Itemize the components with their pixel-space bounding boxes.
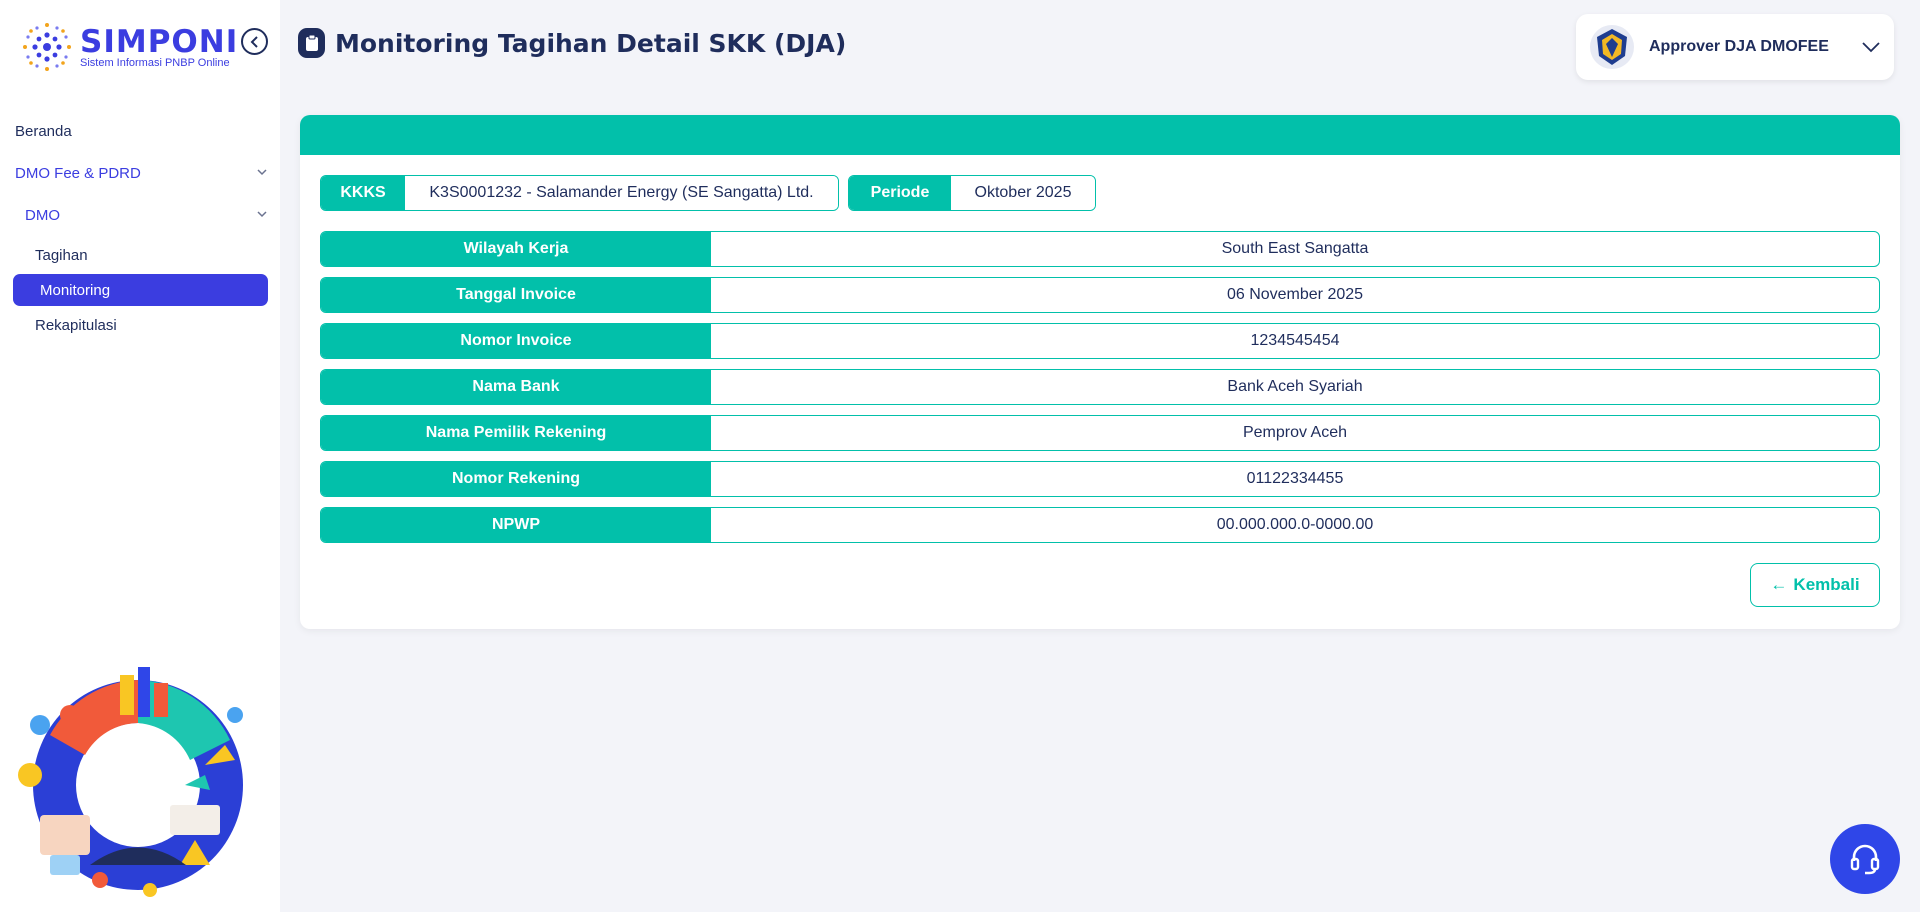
chevron-down-icon (257, 211, 267, 218)
sidebar-item-beranda[interactable]: Beranda (0, 110, 280, 152)
kkks-label: KKKS (321, 176, 405, 210)
sidebar-item-dmo-fee-pdrd[interactable]: DMO Fee & PDRD (0, 152, 280, 194)
detail-value: 01122334455 (1246, 470, 1344, 487)
arrow-left-icon: ← (1770, 575, 1788, 594)
sidebar-item-label: Tagihan (35, 246, 88, 264)
detail-row-nomor-invoice: Nomor Invoice 1234545454 (320, 323, 1880, 359)
detail-value: 00.000.000.0-0000.00 (1216, 516, 1374, 533)
detail-label: Tanggal Invoice (321, 278, 711, 312)
help-button[interactable] (1830, 824, 1900, 894)
user-menu[interactable]: Approver DJA DMOFEE (1576, 14, 1894, 80)
sidebar-nav: Beranda DMO Fee & PDRD DMO Tagihan Monit… (0, 110, 280, 344)
detail-label: Nomor Invoice (321, 324, 711, 358)
detail-value: 1234545454 (1250, 332, 1340, 349)
kemenkeu-emblem-icon (1590, 25, 1634, 69)
detail-row-tanggal-invoice: Tanggal Invoice 06 November 2025 (320, 277, 1880, 313)
sidebar: SIMPONI Sistem Informasi PNBP Online Ber… (0, 0, 280, 912)
detail-value: 06 November 2025 (1226, 286, 1364, 303)
sidebar-item-dmo[interactable]: DMO (0, 194, 280, 236)
page-header: Monitoring Tagihan Detail SKK (DJA) (298, 28, 846, 58)
page-title: Monitoring Tagihan Detail SKK (DJA) (335, 28, 847, 58)
detail-row-nomor-rekening: Nomor Rekening 01122334455 (320, 461, 1880, 497)
headset-icon (1850, 844, 1880, 875)
detail-row-nama-bank: Nama Bank Bank Aceh Syariah (320, 369, 1880, 405)
kkks-chip: KKKS K3S0001232 - Salamander Energy (SE … (320, 175, 839, 211)
detail-label: NPWP (321, 508, 711, 542)
kkks-value: K3S0001232 - Salamander Energy (SE Sanga… (405, 176, 838, 210)
sidebar-item-label: DMO (25, 206, 60, 224)
detail-label: Wilayah Kerja (321, 232, 711, 266)
sidebar-item-label: Beranda (15, 122, 72, 140)
chevron-down-icon (1862, 42, 1880, 53)
sidebar-item-tagihan[interactable]: Tagihan (0, 236, 280, 274)
sidebar-illustration (18, 667, 243, 897)
detail-label: Nomor Rekening (321, 462, 711, 496)
detail-row-npwp: NPWP 00.000.000.0-0000.00 (320, 507, 1880, 543)
detail-row-wilayah-kerja: Wilayah Kerja South East Sangatta (320, 231, 1880, 267)
user-name: Approver DJA DMOFEE (1649, 38, 1829, 55)
detail-value: Pemprov Aceh (1242, 424, 1348, 441)
simponi-logo-icon (23, 23, 71, 71)
brand-title: SIMPONI (80, 24, 239, 60)
chevron-down-icon (257, 169, 267, 176)
back-button-label: Kembali (1793, 575, 1860, 594)
clipboard-icon (298, 28, 325, 58)
periode-chip: Periode Oktober 2025 (848, 175, 1096, 211)
detail-value: Bank Aceh Syariah (1227, 378, 1363, 395)
sidebar-collapse-button[interactable] (241, 28, 268, 55)
brand-subtitle: Sistem Informasi PNBP Online (80, 57, 230, 69)
back-button[interactable]: ← Kembali (1750, 563, 1880, 607)
logo[interactable]: SIMPONI Sistem Informasi PNBP Online (18, 18, 238, 76)
chevron-left-icon (250, 35, 258, 48)
sidebar-item-monitoring[interactable]: Monitoring (13, 274, 268, 306)
sidebar-item-label: Rekapitulasi (35, 316, 117, 334)
sidebar-item-label: DMO Fee & PDRD (15, 164, 141, 182)
detail-label: Nama Pemilik Rekening (321, 416, 711, 450)
detail-value: South East Sangatta (1221, 240, 1369, 257)
detail-card: KKKS K3S0001232 - Salamander Energy (SE … (300, 115, 1900, 629)
detail-row-nama-pemilik-rekening: Nama Pemilik Rekening Pemprov Aceh (320, 415, 1880, 451)
sidebar-item-label: Monitoring (40, 281, 111, 299)
sidebar-item-rekapitulasi[interactable]: Rekapitulasi (0, 306, 280, 344)
periode-value: Oktober 2025 (951, 176, 1095, 210)
detail-label: Nama Bank (321, 370, 711, 404)
card-header-bar (300, 115, 1900, 155)
periode-label: Periode (849, 176, 951, 210)
